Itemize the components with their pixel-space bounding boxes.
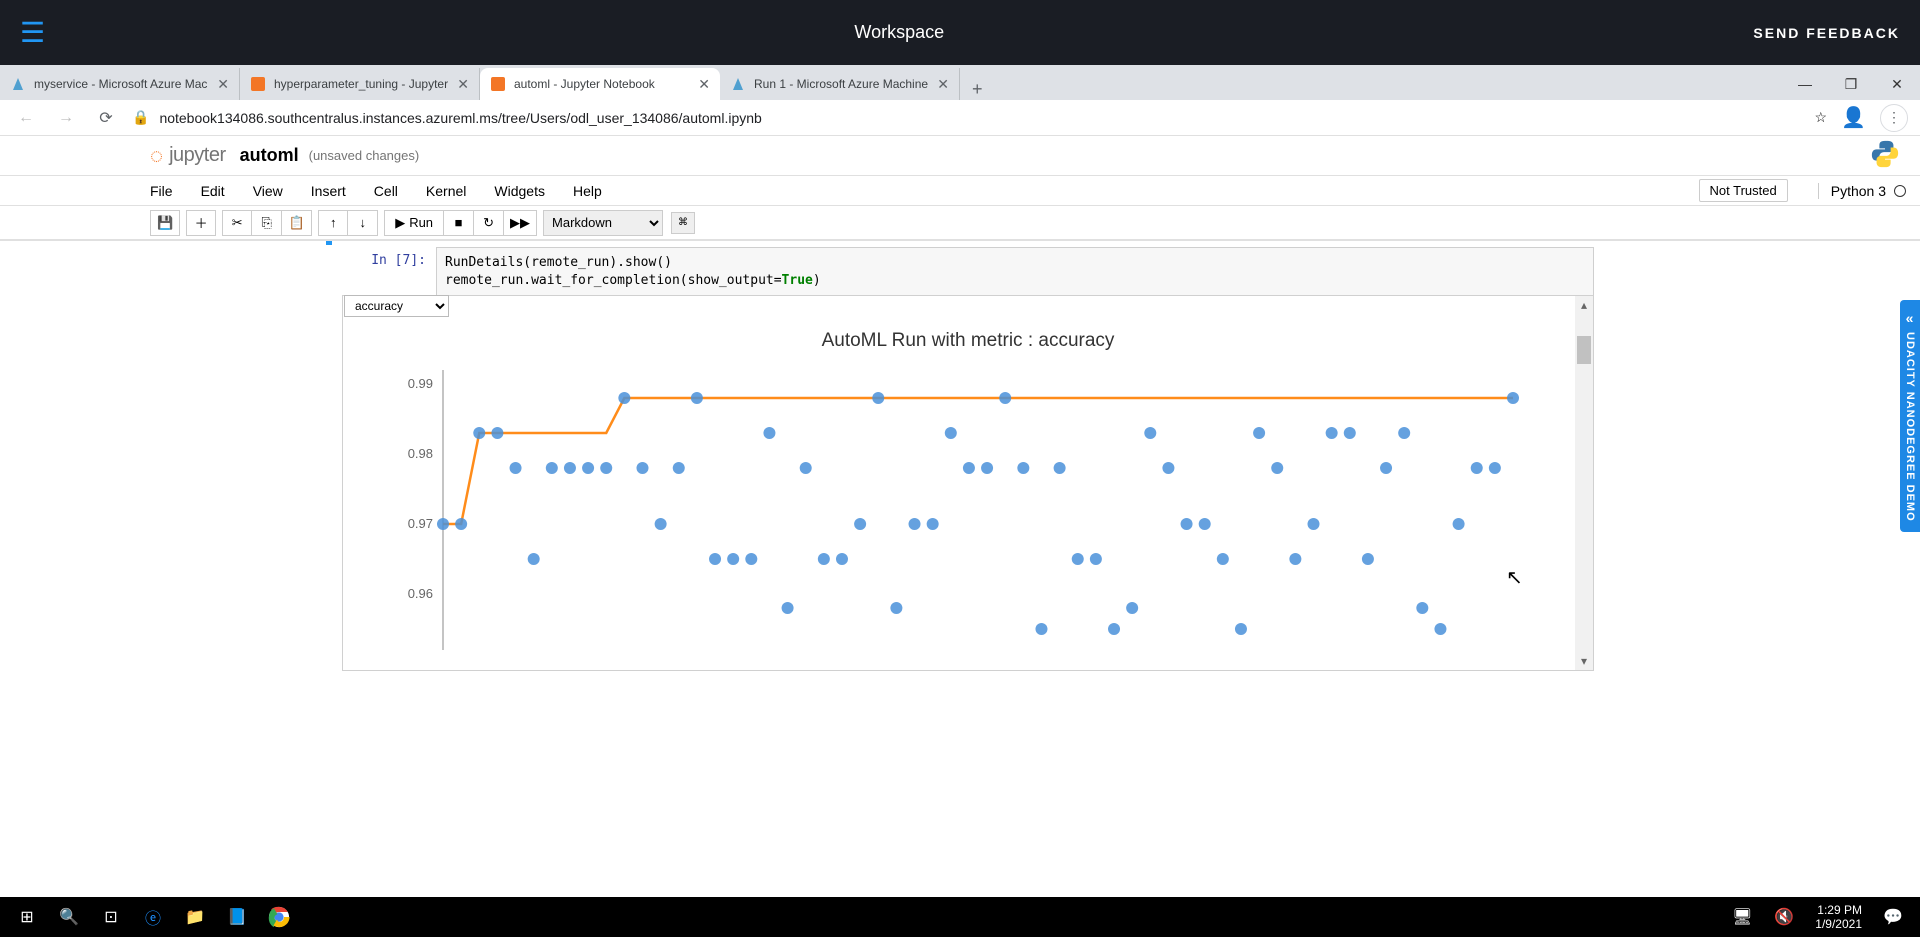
notifications-icon[interactable]: 💬 bbox=[1872, 897, 1914, 937]
back-button[interactable]: ← bbox=[12, 109, 40, 127]
menu-help[interactable]: Help bbox=[573, 183, 602, 199]
azure-icon bbox=[730, 76, 746, 92]
bookmark-icon[interactable]: ☆ bbox=[1815, 109, 1828, 126]
minimize-button[interactable]: ― bbox=[1782, 68, 1828, 100]
metric-select[interactable]: accuracy bbox=[344, 295, 449, 317]
copy-button[interactable]: ⎘ bbox=[252, 210, 282, 236]
new-tab-button[interactable]: + bbox=[960, 79, 995, 100]
cell-running-indicator bbox=[326, 241, 332, 245]
close-icon[interactable]: ✕ bbox=[457, 76, 469, 93]
paste-button[interactable]: 📋 bbox=[282, 210, 312, 236]
tray-network-icon[interactable]: 🖥 bbox=[1721, 897, 1763, 937]
not-trusted-button[interactable]: Not Trusted bbox=[1699, 179, 1788, 202]
menu-file[interactable]: File bbox=[150, 183, 173, 199]
close-window-button[interactable]: ✕ bbox=[1874, 68, 1920, 100]
azure-icon bbox=[10, 76, 26, 92]
reload-button[interactable]: ⟳ bbox=[92, 108, 120, 128]
restart-run-all-button[interactable]: ▶▶ bbox=[504, 210, 537, 236]
insert-cell-button[interactable]: ＋ bbox=[186, 210, 216, 236]
command-palette-button[interactable]: ⌘ bbox=[671, 212, 695, 234]
input-prompt: In [7]: bbox=[326, 247, 436, 296]
accuracy-chart: 0.96 0.97 0.98 0.99 bbox=[353, 360, 1533, 660]
python-logo-icon bbox=[1870, 139, 1902, 172]
code-cell[interactable]: In [7]: RunDetails(remote_run).show() re… bbox=[326, 247, 1594, 296]
chrome-icon[interactable] bbox=[258, 897, 300, 937]
send-feedback-button[interactable]: SEND FEEDBACK bbox=[1753, 25, 1900, 41]
url-input[interactable]: 🔒 notebook134086.southcentralus.instance… bbox=[132, 109, 1803, 126]
save-status: (unsaved changes) bbox=[309, 148, 420, 163]
notepad-icon[interactable]: 📘 bbox=[216, 897, 258, 937]
run-button[interactable]: ▶ Run bbox=[384, 210, 444, 236]
jupyter-icon bbox=[490, 76, 506, 92]
address-bar: ← → ⟳ 🔒 notebook134086.southcentralus.in… bbox=[0, 100, 1920, 136]
tab-run1[interactable]: Run 1 - Microsoft Azure Machine ✕ bbox=[720, 68, 960, 100]
chevron-left-icon: « bbox=[1906, 310, 1915, 326]
menu-icon[interactable]: ☰ bbox=[20, 16, 45, 49]
workspace-title: Workspace bbox=[45, 22, 1753, 43]
restart-button[interactable]: ↻ bbox=[474, 210, 504, 236]
menu-kernel[interactable]: Kernel bbox=[426, 183, 466, 199]
tab-hyperparameter[interactable]: hyperparameter_tuning - Jupyter ✕ bbox=[240, 68, 480, 100]
cell-output: accuracy ▴ ▾ AutoML Run with metric : ac… bbox=[342, 295, 1594, 671]
close-icon[interactable]: ✕ bbox=[698, 76, 710, 93]
system-clock[interactable]: 1:29 PM 1/9/2021 bbox=[1805, 903, 1872, 932]
close-icon[interactable]: ✕ bbox=[217, 76, 229, 93]
menu-cell[interactable]: Cell bbox=[374, 183, 398, 199]
cell-type-select[interactable]: Markdown bbox=[543, 210, 663, 236]
jupyter-logo[interactable]: ◌jupyter bbox=[150, 143, 226, 169]
udacity-flag[interactable]: « UDACITY NANODEGREE DEMO bbox=[1900, 300, 1920, 532]
chart-title: AutoML Run with metric : accuracy bbox=[353, 330, 1583, 352]
browser-menu-button[interactable]: ⋮ bbox=[1880, 104, 1908, 132]
kernel-status-icon bbox=[1894, 185, 1906, 197]
window-controls: ― ❐ ✕ bbox=[1782, 68, 1920, 100]
search-icon[interactable]: 🔍 bbox=[48, 897, 90, 937]
notebook-container: In [7]: RunDetails(remote_run).show() re… bbox=[0, 240, 1920, 897]
browser-tab-strip: myservice - Microsoft Azure Mac ✕ hyperp… bbox=[0, 65, 1920, 100]
move-down-button[interactable]: ↓ bbox=[348, 210, 378, 236]
move-up-button[interactable]: ↑ bbox=[318, 210, 348, 236]
tab-myservice[interactable]: myservice - Microsoft Azure Mac ✕ bbox=[0, 68, 240, 100]
jupyter-menubar: File Edit View Insert Cell Kernel Widget… bbox=[0, 176, 1920, 206]
svg-text:0.96: 0.96 bbox=[408, 586, 433, 601]
svg-text:0.98: 0.98 bbox=[408, 446, 433, 461]
windows-taskbar: ⊞ 🔍 ⊡ ⓔ 📁 📘 🖥 🔇 1:29 PM 1/9/2021 💬 bbox=[0, 897, 1920, 937]
workspace-header: ☰ Workspace SEND FEEDBACK bbox=[0, 0, 1920, 65]
tab-automl[interactable]: automl - Jupyter Notebook ✕ bbox=[480, 68, 720, 100]
jupyter-icon bbox=[250, 76, 266, 92]
menu-widgets[interactable]: Widgets bbox=[494, 183, 545, 199]
interrupt-button[interactable]: ■ bbox=[444, 210, 474, 236]
file-explorer-icon[interactable]: 📁 bbox=[174, 897, 216, 937]
lock-icon: 🔒 bbox=[132, 109, 149, 126]
notebook-name[interactable]: automl bbox=[240, 145, 299, 166]
jupyter-header: ◌jupyter automl (unsaved changes) bbox=[0, 136, 1920, 176]
ie-icon[interactable]: ⓔ bbox=[132, 897, 174, 937]
task-view-icon[interactable]: ⊡ bbox=[90, 897, 132, 937]
menu-view[interactable]: View bbox=[253, 183, 283, 199]
svg-text:0.99: 0.99 bbox=[408, 376, 433, 391]
start-button[interactable]: ⊞ bbox=[6, 897, 48, 937]
tray-sound-icon[interactable]: 🔇 bbox=[1763, 897, 1805, 937]
menu-insert[interactable]: Insert bbox=[311, 183, 346, 199]
jupyter-toolbar: 💾 ＋ ✂ ⎘ 📋 ↑ ↓ ▶ Run ■ ↻ ▶▶ Markdown ⌘ bbox=[0, 206, 1920, 240]
kernel-indicator[interactable]: Python 3 bbox=[1818, 183, 1906, 199]
svg-text:0.97: 0.97 bbox=[408, 516, 433, 531]
menu-edit[interactable]: Edit bbox=[201, 183, 225, 199]
forward-button[interactable]: → bbox=[52, 109, 80, 127]
close-icon[interactable]: ✕ bbox=[937, 76, 949, 93]
cut-button[interactable]: ✂ bbox=[222, 210, 252, 236]
code-input[interactable]: RunDetails(remote_run).show() remote_run… bbox=[436, 247, 1594, 296]
profile-icon[interactable]: 👤 bbox=[1841, 105, 1866, 130]
save-button[interactable]: 💾 bbox=[150, 210, 180, 236]
maximize-button[interactable]: ❐ bbox=[1828, 68, 1874, 100]
